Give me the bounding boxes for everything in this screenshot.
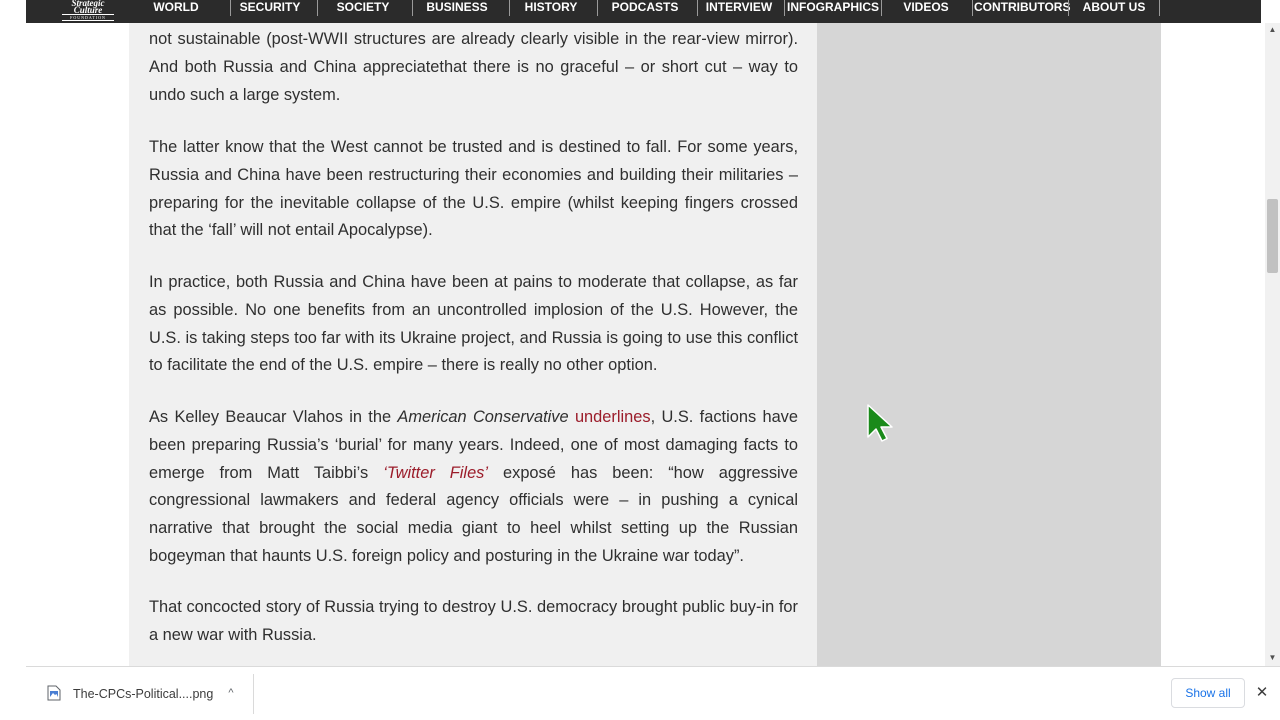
nav-item-contributors[interactable]: CONTRIBUTORS [974,0,1070,16]
nav-item-history[interactable]: HISTORY [522,0,580,16]
nav-item-videos[interactable]: VIDEOS [902,0,950,16]
nav-separator [697,0,698,16]
site-logo[interactable]: Strategic Culture FOUNDATION [62,0,114,22]
nav-separator [317,0,318,16]
underlines-link[interactable]: underlines [575,408,651,426]
close-icon[interactable]: ✕ [1253,684,1271,702]
logo-line-3: FOUNDATION [62,14,114,21]
article-paragraph-3: In practice, both Russia and China have … [149,273,798,375]
download-divider [253,674,254,714]
chevron-up-icon[interactable]: ^ [224,684,238,702]
paragraph-text: As Kelley Beaucar Vlahos in the [149,408,398,426]
scroll-up-arrow-icon[interactable]: ▲ [1265,24,1280,36]
nav-separator [509,0,510,16]
nav-item-security[interactable]: SECURITY [239,0,301,16]
nav-item-world[interactable]: WORLD [150,0,202,16]
nav-item-business[interactable]: BUSINESS [425,0,489,16]
page-scrollbar[interactable] [1265,23,1280,666]
sidebar [817,23,1161,666]
nav-item-interview[interactable]: INTERVIEW [705,0,773,16]
arrow-cursor-icon [867,404,893,442]
twitter-files-title: ‘Twitter Files’ [383,463,489,482]
twitter-files-link[interactable]: ‘Twitter Files’ [383,464,488,482]
nav-separator [597,0,598,16]
nav-item-about-us[interactable]: ABOUT US [1082,0,1146,16]
image-file-icon [47,685,61,701]
article-paragraph-2: The latter know that the West cannot be … [149,138,798,240]
nav-item-society[interactable]: SOCIETY [336,0,390,16]
scrollbar-thumb[interactable] [1267,199,1278,273]
nav-separator [1068,0,1069,16]
nav-separator [881,0,882,16]
nav-separator [230,0,231,16]
download-filename[interactable]: The-CPCs-Political....png [73,686,213,702]
nav-separator [1159,0,1160,16]
article-paragraph-4: As Kelley Beaucar Vlahos in the American… [149,404,798,571]
nav-item-podcasts[interactable]: PODCASTS [611,0,679,16]
publication-name: American Conservative [397,408,569,426]
article-paragraph-1: not sustainable (post-WWII structures ar… [149,30,798,104]
show-all-button[interactable]: Show all [1171,678,1245,708]
nav-separator [412,0,413,16]
nav-item-infographics[interactable]: INFOGRAPHICS [787,0,879,16]
nav-separator [972,0,973,16]
nav-separator [784,0,785,16]
logo-line-2: Culture [73,5,103,15]
article-paragraph-5: That concocted story of Russia trying to… [149,598,798,644]
scroll-down-arrow-icon[interactable]: ▼ [1265,652,1280,664]
